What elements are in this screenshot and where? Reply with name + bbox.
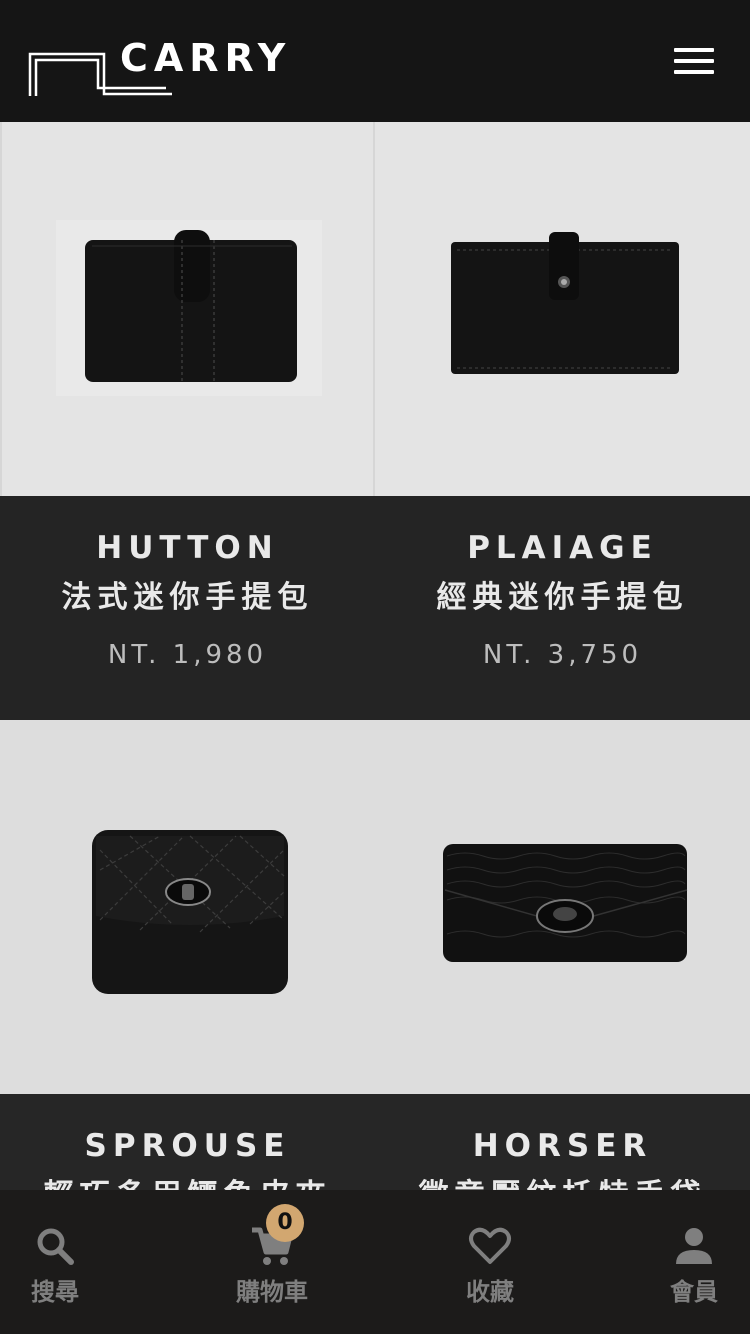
product-info: PLAIAGE 經典迷你手提包 NT. 3,750 (375, 496, 750, 720)
product-subtitle: 法式迷你手提包 (61, 580, 314, 615)
product-info: HUTTON 法式迷你手提包 NT. 1,980 (0, 496, 375, 720)
product-name: HORSER (472, 1128, 653, 1164)
product-name: SPROUSE (84, 1128, 291, 1164)
search-icon (37, 1228, 74, 1265)
hamburger-menu-icon[interactable] (670, 46, 716, 78)
product-image[interactable] (0, 122, 375, 496)
product-card-hutton[interactable]: HUTTON 法式迷你手提包 NT. 1,980 (0, 122, 375, 720)
brand-name: CARRY (120, 36, 292, 80)
black-leather-wallet-with-strap-icon (56, 220, 322, 396)
brand-logo[interactable]: CARRY (28, 36, 288, 100)
tab-label: 會員 (670, 1278, 718, 1306)
product-grid: HUTTON 法式迷你手提包 NT. 1,980 PLAIAGE 經典迷你手提包 (0, 122, 750, 1318)
product-price: NT. 3,750 (482, 640, 643, 670)
tab-label: 購物車 (236, 1278, 308, 1306)
product-name: HUTTON (96, 530, 279, 566)
black-snakeskin-clutch-icon (443, 844, 688, 962)
product-image[interactable] (375, 122, 750, 496)
tab-member[interactable]: 會員 (634, 1190, 750, 1334)
tab-label: 搜尋 (31, 1278, 79, 1306)
heart-icon (469, 1227, 511, 1264)
product-subtitle: 經典迷你手提包 (436, 580, 689, 615)
black-long-wallet-with-snap-icon (451, 232, 679, 374)
black-quilted-flap-purse-icon (92, 830, 288, 994)
product-name: PLAIAGE (467, 530, 658, 566)
app-header: CARRY (0, 0, 750, 122)
product-price: NT. 1,980 (107, 640, 268, 670)
bottom-tab-bar: 搜尋 購物車 收藏 會員 (0, 1190, 750, 1334)
product-card-plaiage[interactable]: PLAIAGE 經典迷你手提包 NT. 3,750 (375, 122, 750, 720)
product-image[interactable] (375, 720, 750, 1094)
cart-count-badge: 0 (266, 1204, 304, 1242)
product-image[interactable] (0, 720, 375, 1094)
product-row: HUTTON 法式迷你手提包 NT. 1,980 PLAIAGE 經典迷你手提包 (0, 122, 750, 720)
user-icon (676, 1228, 712, 1264)
tab-label: 收藏 (466, 1278, 514, 1306)
tab-search[interactable]: 搜尋 (0, 1190, 115, 1334)
tab-favorites[interactable]: 收藏 (430, 1190, 550, 1334)
